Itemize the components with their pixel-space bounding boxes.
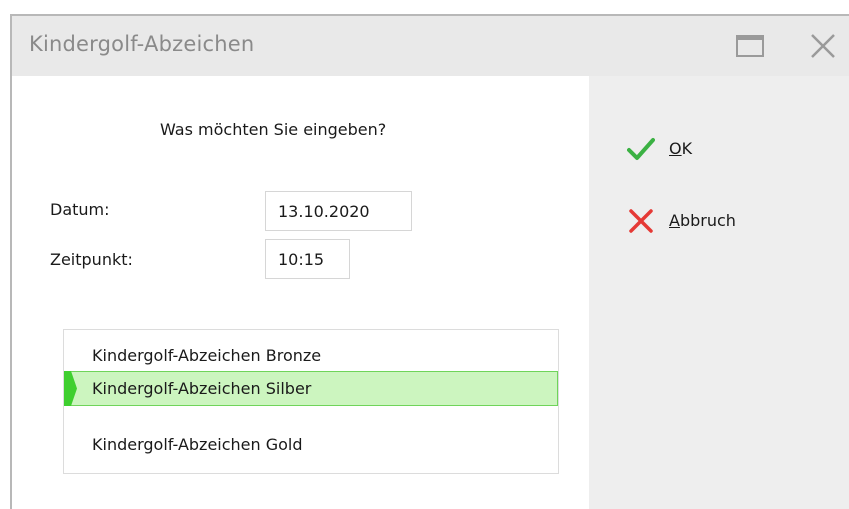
list-item-label: Kindergolf-Abzeichen Silber xyxy=(92,379,312,398)
list-item-bronze[interactable]: Kindergolf-Abzeichen Bronze xyxy=(64,338,558,373)
cancel-label: Abbruch xyxy=(669,211,736,230)
maximize-icon xyxy=(736,35,764,57)
form-panel: Was möchten Sie eingeben? Datum: Zeitpun… xyxy=(12,76,589,509)
badge-list: Kindergolf-Abzeichen Bronze Kindergolf-A… xyxy=(63,329,559,474)
close-icon xyxy=(811,34,835,58)
zeitpunkt-field[interactable] xyxy=(265,239,350,279)
ok-label: OK xyxy=(669,139,693,158)
datum-label: Datum: xyxy=(50,200,110,219)
list-item-gold[interactable]: Kindergolf-Abzeichen Gold xyxy=(64,427,558,462)
checkmark-icon xyxy=(627,138,655,160)
cross-icon xyxy=(629,209,653,233)
prompt-text: Was möchten Sie eingeben? xyxy=(160,120,387,139)
window-title: Kindergolf-Abzeichen xyxy=(29,32,255,56)
ok-button[interactable]: OK xyxy=(627,131,747,167)
close-button[interactable] xyxy=(807,30,839,62)
cancel-button[interactable]: Abbruch xyxy=(627,203,767,239)
list-item-silber[interactable]: Kindergolf-Abzeichen Silber xyxy=(64,371,558,406)
dialog-window: Kindergolf-Abzeichen Was möchten Sie ein… xyxy=(10,14,849,509)
action-sidebar: OK Abbruch xyxy=(589,76,849,509)
list-item-label: Kindergolf-Abzeichen Gold xyxy=(92,435,303,454)
maximize-button[interactable] xyxy=(734,30,766,62)
list-item-label: Kindergolf-Abzeichen Bronze xyxy=(92,346,322,365)
selection-marker-icon xyxy=(64,371,77,406)
zeitpunkt-label: Zeitpunkt: xyxy=(50,250,133,269)
title-bar: Kindergolf-Abzeichen xyxy=(12,16,849,77)
datum-field[interactable] xyxy=(265,191,412,231)
